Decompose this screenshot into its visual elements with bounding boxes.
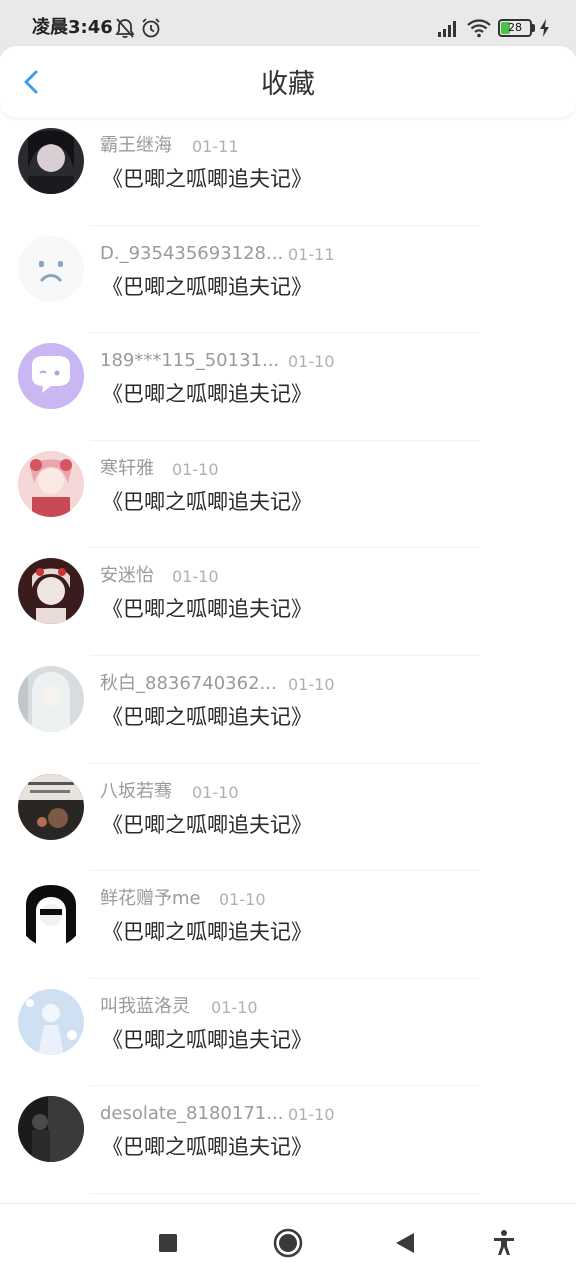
list-item[interactable]: desolate_8180171... 01-10 《巴唧之呱唧追夫记》 xyxy=(0,1086,576,1194)
username: 秋白_8836740362... xyxy=(100,672,277,694)
accessibility-icon[interactable] xyxy=(487,1226,521,1260)
list-item[interactable]: D._935435693128... 01-11 《巴唧之呱唧追夫记》 xyxy=(0,226,576,334)
battery-tip xyxy=(532,24,535,32)
item-title[interactable]: 《巴唧之呱唧追夫记》 xyxy=(102,164,312,194)
home-circle-icon[interactable] xyxy=(271,1226,305,1260)
list-item[interactable]: 叫我蓝洛灵 01-10 《巴唧之呱唧追夫记》 xyxy=(0,979,576,1087)
avatar[interactable] xyxy=(18,558,84,625)
list-item[interactable]: 寒轩雅 01-10 《巴唧之呱唧追夫记》 xyxy=(0,441,576,549)
list-item[interactable]: 189***115_50131... 01-10 《巴唧之呱唧追夫记》 xyxy=(0,333,576,441)
list-item[interactable]: 安迷怡 01-10 《巴唧之呱唧追夫记》 xyxy=(0,548,576,656)
bell-off-icon xyxy=(115,18,135,38)
back-triangle-icon[interactable] xyxy=(388,1226,422,1260)
avatar[interactable] xyxy=(18,665,84,732)
avatar[interactable] xyxy=(18,988,84,1055)
date: 01-10 xyxy=(211,997,258,1017)
avatar[interactable] xyxy=(18,343,84,410)
list-item[interactable]: 鲜花赠予me 01-10 《巴唧之呱唧追夫记》 xyxy=(0,871,576,979)
status-time: 凌晨3:46 xyxy=(32,17,113,38)
username: D._935435693128... xyxy=(100,242,284,264)
recents-square-icon[interactable] xyxy=(151,1226,185,1260)
username: 叫我蓝洛灵 xyxy=(100,995,190,1017)
date: 01-11 xyxy=(288,244,335,264)
charging-icon xyxy=(540,19,549,37)
item-title[interactable]: 《巴唧之呱唧追夫记》 xyxy=(102,810,312,840)
list-item[interactable]: 霸王继海 01-11 《巴唧之呱唧追夫记》 xyxy=(0,118,576,226)
date: 01-10 xyxy=(288,674,335,694)
divider xyxy=(90,1192,480,1194)
avatar[interactable] xyxy=(18,450,84,517)
username: 安迷怡 xyxy=(100,565,154,587)
date: 01-11 xyxy=(192,137,239,156)
item-title[interactable]: 《巴唧之呱唧追夫记》 xyxy=(102,272,312,302)
username: 189***115_50131... xyxy=(100,350,280,372)
date: 01-10 xyxy=(288,1105,335,1125)
date: 01-10 xyxy=(172,459,219,479)
date: 01-10 xyxy=(288,352,335,372)
avatar[interactable] xyxy=(18,235,84,302)
item-title[interactable]: 《巴唧之呱唧追夫记》 xyxy=(102,917,312,947)
item-title[interactable]: 《巴唧之呱唧追夫记》 xyxy=(102,1132,312,1162)
nav-bar xyxy=(0,1203,576,1280)
avatar[interactable] xyxy=(18,881,84,948)
battery-icon: 28 xyxy=(498,19,532,37)
avatar[interactable] xyxy=(18,773,84,840)
list-item[interactable]: 秋白_8836740362... 01-10 《巴唧之呱唧追夫记》 xyxy=(0,656,576,764)
item-title[interactable]: 《巴唧之呱唧追夫记》 xyxy=(102,379,312,409)
date: 01-10 xyxy=(172,567,219,587)
item-title[interactable]: 《巴唧之呱唧追夫记》 xyxy=(102,1025,312,1055)
date: 01-10 xyxy=(192,782,239,802)
username: 霸王继海 xyxy=(100,135,172,156)
item-title[interactable]: 《巴唧之呱唧追夫记》 xyxy=(102,487,312,517)
signal-icon xyxy=(438,21,456,37)
date: 01-10 xyxy=(219,890,266,910)
avatar[interactable] xyxy=(18,1096,84,1163)
list-item[interactable]: 八坂若骞 01-10 《巴唧之呱唧追夫记》 xyxy=(0,764,576,872)
favorites-list: 霸王继海 01-11 《巴唧之呱唧追夫记》 D._935435693128...… xyxy=(0,118,576,1194)
page-title: 收藏 xyxy=(261,69,315,100)
username: 八坂若骞 xyxy=(100,780,172,802)
wifi-icon xyxy=(467,19,491,38)
battery-level: 28 xyxy=(508,21,522,34)
item-title[interactable]: 《巴唧之呱唧追夫记》 xyxy=(102,702,312,732)
header: 收藏 xyxy=(0,46,576,118)
username: desolate_8180171... xyxy=(100,1103,284,1125)
avatar[interactable] xyxy=(18,128,84,194)
username: 鲜花赠予me xyxy=(100,888,201,910)
item-title[interactable]: 《巴唧之呱唧追夫记》 xyxy=(102,594,312,624)
alarm-icon xyxy=(142,18,160,38)
username: 寒轩雅 xyxy=(100,457,154,479)
